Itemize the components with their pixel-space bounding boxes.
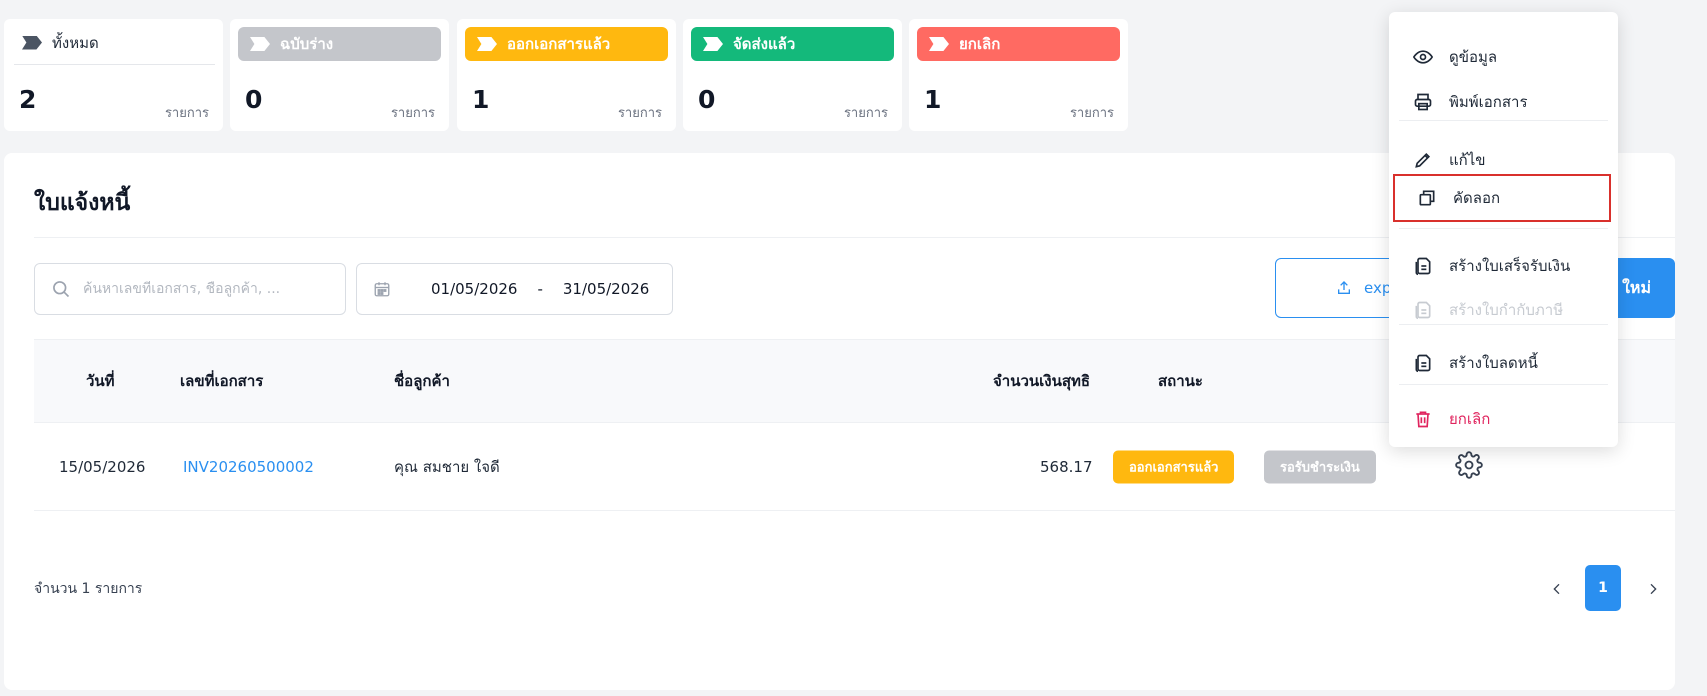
status-card-cancelled[interactable]: ยกเลิก 1 รายการ [909, 19, 1128, 131]
row-amount: 568.17 [1040, 457, 1093, 476]
result-count: จำนวน 1 รายการ [34, 581, 143, 597]
search-box[interactable] [34, 263, 346, 315]
chevron-right-icon [1650, 583, 1657, 595]
column-header-status: สถานะ [1158, 372, 1203, 390]
status-card-label: จัดส่งแล้ว [733, 35, 796, 53]
chevron-left-icon [1553, 583, 1560, 595]
status-card-label: ยกเลิก [959, 35, 1001, 53]
menu-divider [1399, 228, 1608, 229]
row-doc-link[interactable]: INV20260500002 [183, 458, 314, 476]
menu-item-cancel[interactable]: ยกเลิก [1389, 397, 1618, 441]
menu-item-label: สร้างใบลดหนี้ [1449, 354, 1538, 372]
search-input[interactable] [83, 281, 333, 297]
status-card-label: ออกเอกสารแล้ว [507, 35, 611, 53]
column-header-amount: จำนวนเงินสุทธิ [993, 372, 1091, 390]
flag-icon [22, 35, 42, 50]
column-header-doc-no: เลขที่เอกสาร [180, 372, 264, 390]
status-card-label: ฉบับร่าง [280, 35, 334, 53]
pager-next-button[interactable] [1635, 571, 1671, 607]
menu-item-create-tax-invoice: สร้างใบกำกับภาษี [1389, 288, 1618, 332]
menu-divider [1399, 120, 1608, 121]
status-card-count: 1 [924, 85, 942, 114]
status-card-unit: รายการ [1069, 106, 1114, 121]
page-title: ใบแจ้งหนี้ [34, 190, 131, 216]
column-header-date: วันที่ [86, 372, 115, 390]
menu-item-create-credit-note[interactable]: สร้างใบลดหนี้ [1389, 341, 1618, 385]
flag-icon [703, 37, 723, 51]
menu-item-view[interactable]: ดูข้อมูล [1389, 35, 1618, 79]
date-separator: - [537, 280, 543, 298]
status-card-count: 1 [472, 85, 490, 114]
menu-item-label: ดูข้อมูล [1449, 48, 1498, 66]
upload-icon [1338, 281, 1350, 294]
menu-item-copy[interactable]: คัดลอก [1393, 174, 1611, 222]
document-icon [1415, 257, 1431, 276]
menu-item-label: ยกเลิก [1449, 410, 1491, 428]
menu-item-create-receipt[interactable]: สร้างใบเสร็จรับเงิน [1389, 244, 1618, 288]
row-date: 15/05/2026 [59, 457, 146, 476]
row-actions-button[interactable] [1455, 450, 1483, 483]
menu-item-label: แก้ไข [1449, 151, 1486, 169]
status-card-count: 0 [245, 85, 263, 114]
printer-icon [1414, 93, 1432, 111]
row-customer: คุณ สมชาย ใจดี [394, 457, 500, 476]
menu-divider [1399, 384, 1608, 385]
status-card-unit: รายการ [843, 106, 888, 121]
flag-icon [477, 37, 497, 51]
status-card-unit: รายการ [617, 106, 662, 121]
calendar-icon [374, 282, 390, 297]
trash-icon [1416, 411, 1430, 428]
row-actions-menu: ดูข้อมูล พิมพ์เอกสาร แก้ไข คัดลอก สร้างใ… [1389, 12, 1618, 447]
status-badge: ออกเอกสารแล้ว [1113, 450, 1235, 483]
status-card-all[interactable]: ทั้งหมด 2 รายการ [4, 19, 223, 131]
status-card-draft[interactable]: ฉบับร่าง 0 รายการ [230, 19, 449, 131]
menu-item-label: สร้างใบกำกับภาษี [1449, 301, 1564, 319]
menu-item-label: พิมพ์เอกสาร [1449, 93, 1528, 111]
status-card-label: ทั้งหมด [52, 33, 99, 52]
status-card-unit: รายการ [164, 106, 209, 121]
date-range-picker[interactable]: 01/05/2026 - 31/05/2026 [356, 263, 673, 315]
payment-status-badge: รอรับชำระเงิน [1264, 450, 1376, 483]
document-icon [1415, 354, 1431, 373]
date-start: 01/05/2026 [431, 280, 518, 298]
menu-item-label: สร้างใบเสร็จรับเงิน [1449, 257, 1571, 275]
status-card-count: 2 [19, 85, 37, 114]
status-card-count: 0 [698, 85, 716, 114]
status-card-delivered[interactable]: จัดส่งแล้ว 0 รายการ [683, 19, 902, 131]
status-card-issued[interactable]: ออกเอกสารแล้ว 1 รายการ [457, 19, 676, 131]
menu-item-print[interactable]: พิมพ์เอกสาร [1389, 80, 1618, 124]
flag-icon [929, 37, 949, 51]
export-button-label: exp [1364, 279, 1392, 297]
gear-icon [1455, 450, 1483, 479]
column-header-customer: ชื่อลูกค้า [394, 372, 450, 390]
pager-prev-button[interactable] [1539, 571, 1575, 607]
document-icon [1415, 301, 1431, 320]
eye-icon [1413, 50, 1433, 64]
date-end: 31/05/2026 [562, 280, 650, 298]
menu-divider [1399, 324, 1608, 325]
create-new-button-label: ใหม่ [1622, 277, 1651, 297]
flag-icon [250, 37, 270, 51]
menu-item-label: คัดลอก [1453, 189, 1501, 207]
status-card-unit: รายการ [390, 106, 435, 121]
copy-icon [1419, 190, 1435, 206]
pencil-icon [1415, 152, 1431, 168]
search-icon [53, 281, 70, 298]
pager-page-current[interactable]: 1 [1585, 565, 1621, 611]
